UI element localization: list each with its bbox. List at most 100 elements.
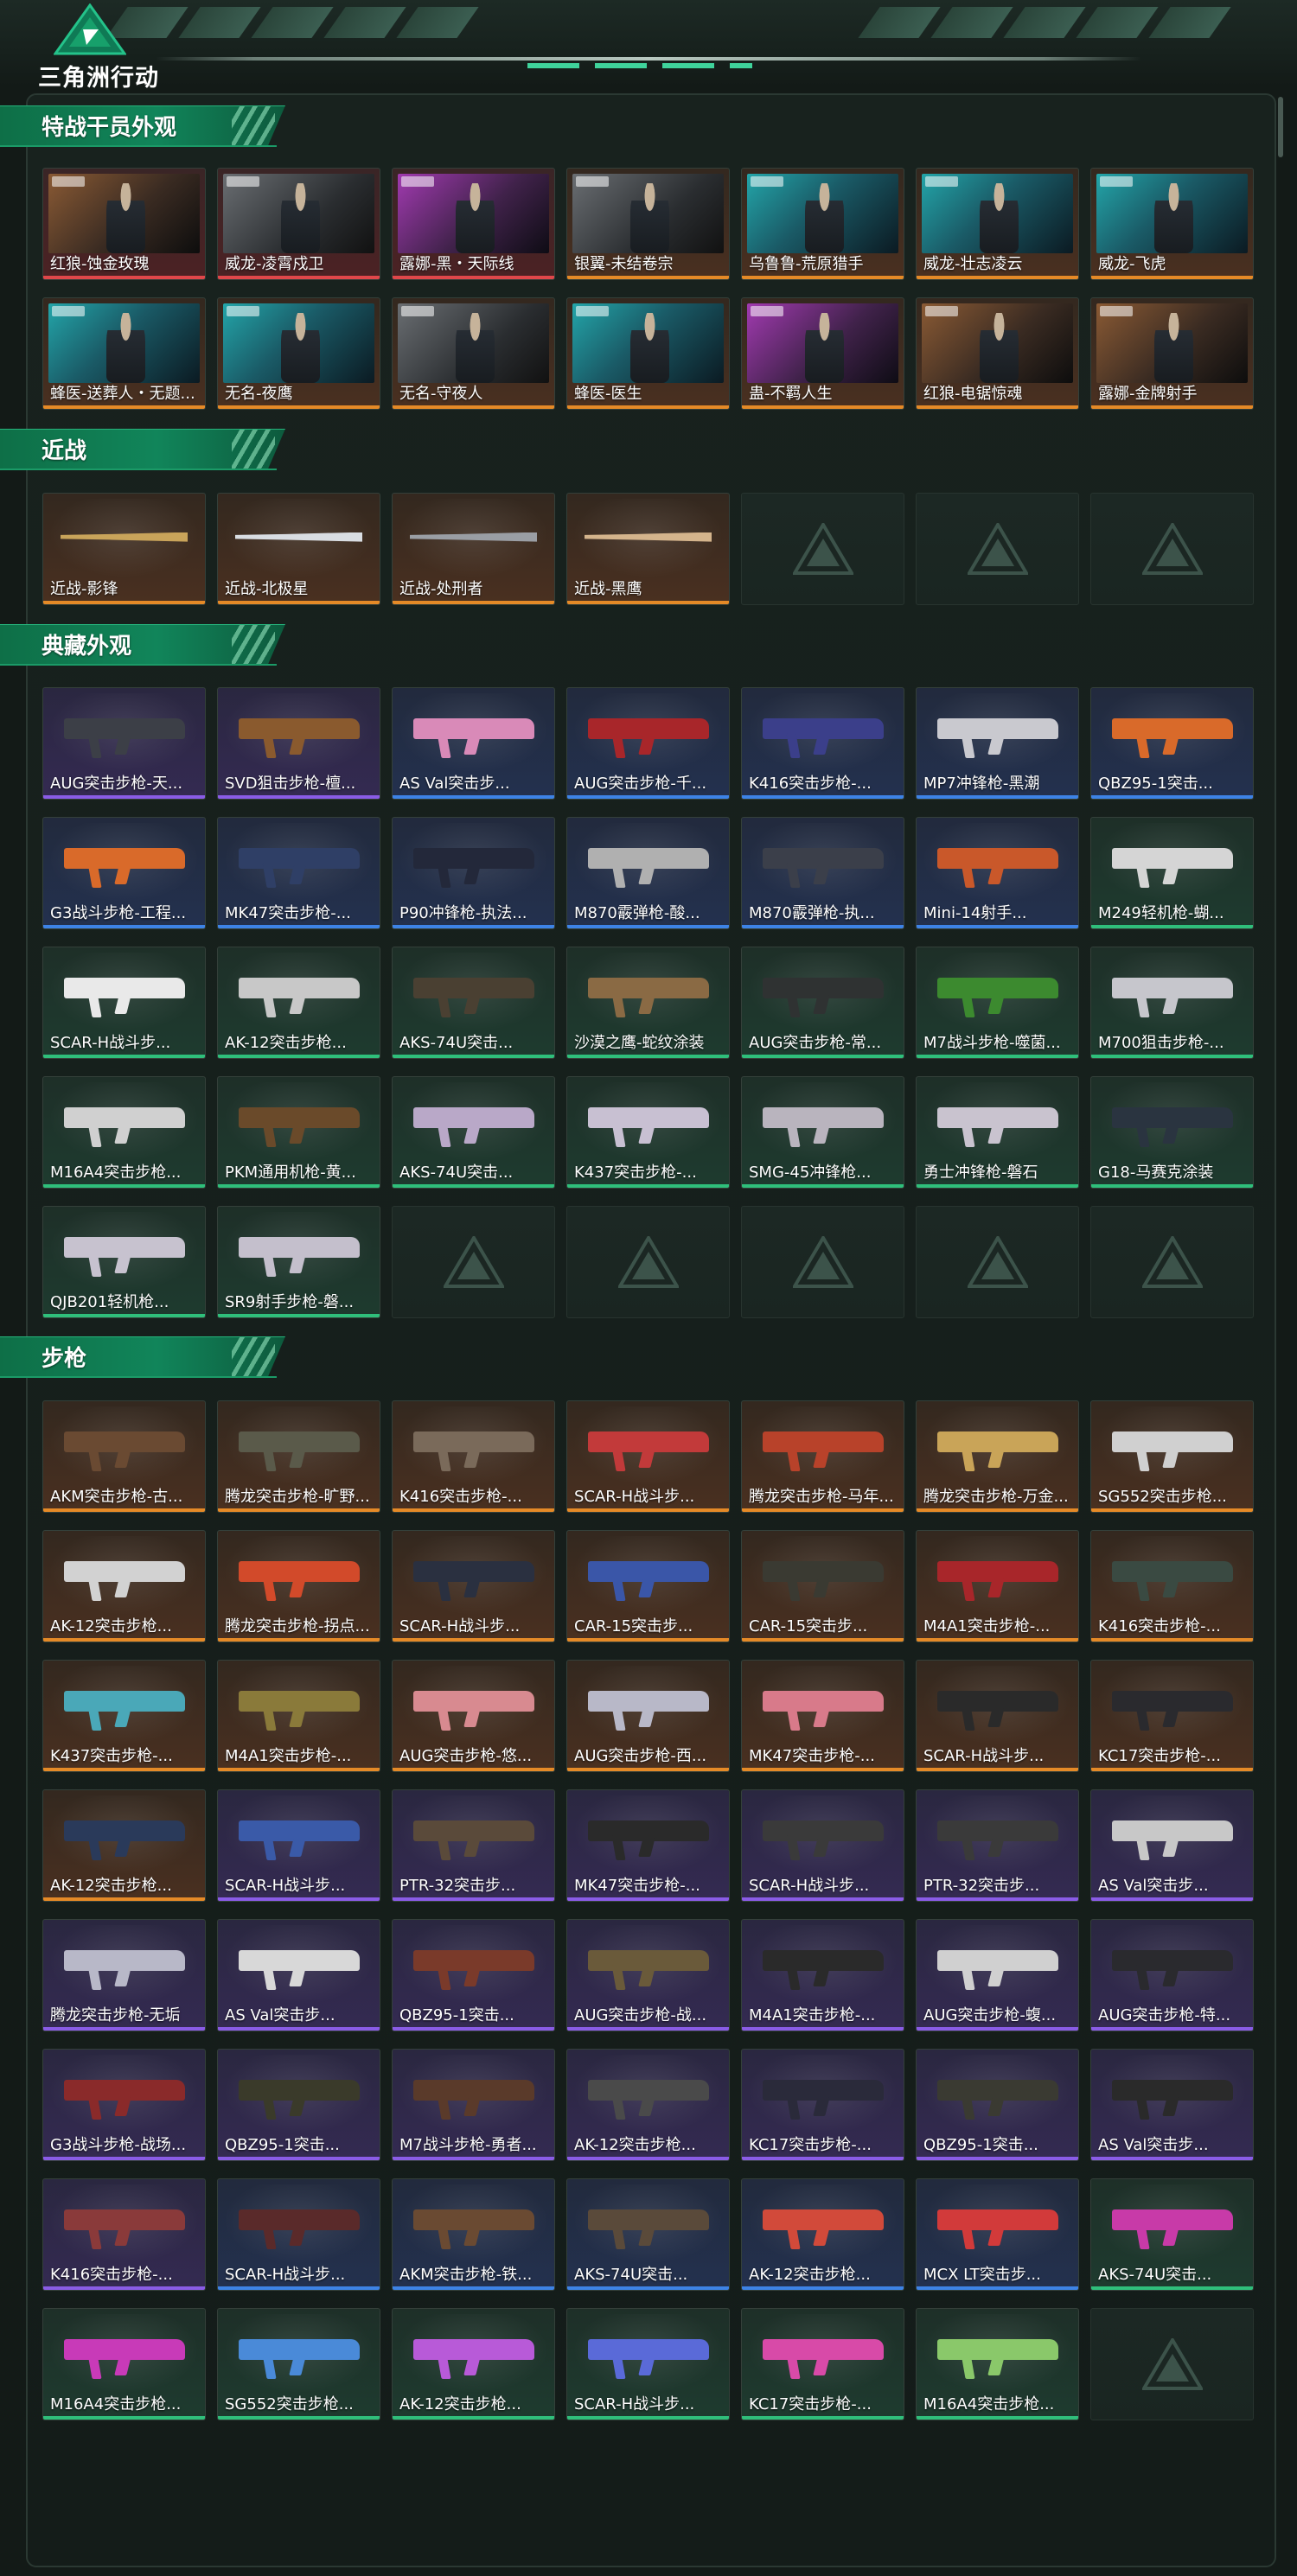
skin-card[interactable]: CAR-15突击步...: [566, 1530, 730, 1642]
skin-card[interactable]: KC17突击步枪-...: [1090, 1660, 1254, 1772]
skin-card[interactable]: 腾龙突击步枪-无垢: [42, 1919, 206, 2031]
skin-card[interactable]: 近战-影锋: [42, 493, 206, 605]
skin-card[interactable]: Mini-14射手...: [916, 817, 1079, 929]
skin-card[interactable]: 勇士冲锋枪-磐石: [916, 1076, 1079, 1189]
skin-card[interactable]: AUG突击步枪-战...: [566, 1919, 730, 2031]
skin-card[interactable]: AUG突击步枪-天...: [42, 687, 206, 800]
skin-card[interactable]: 红狼-蚀金玫瑰: [42, 168, 206, 280]
skin-card[interactable]: K416突击步枪-...: [741, 687, 904, 800]
skin-card[interactable]: SCAR-H战斗步...: [217, 1789, 380, 1902]
skin-card[interactable]: 腾龙突击步枪-万金...: [916, 1400, 1079, 1513]
skin-card[interactable]: AUG突击步枪-特...: [1090, 1919, 1254, 2031]
skin-card[interactable]: AS Val突击步...: [1090, 2049, 1254, 2161]
skin-card[interactable]: K437突击步枪-...: [566, 1076, 730, 1189]
skin-card[interactable]: SCAR-H战斗步...: [916, 1660, 1079, 1772]
skin-card[interactable]: MP7冲锋枪-黑潮: [916, 687, 1079, 800]
skin-card[interactable]: 威龙-飞虎: [1090, 168, 1254, 280]
skin-card[interactable]: 腾龙突击步枪-马年...: [741, 1400, 904, 1513]
skin-card[interactable]: M870霰弹枪-执...: [741, 817, 904, 929]
skin-card[interactable]: 红狼-电锯惊魂: [916, 297, 1079, 410]
skin-card[interactable]: 近战-黑鹰: [566, 493, 730, 605]
skin-card[interactable]: PTR-32突击步...: [392, 1789, 555, 1902]
skin-card[interactable]: AKS-74U突击...: [392, 1076, 555, 1189]
skin-card[interactable]: 乌鲁鲁-荒原猎手: [741, 168, 904, 280]
skin-card[interactable]: 腾龙突击步枪-旷野...: [217, 1400, 380, 1513]
skin-card[interactable]: 蜂医-送葬人・无题...: [42, 297, 206, 410]
skin-card[interactable]: QBZ95-1突击...: [392, 1919, 555, 2031]
skin-card[interactable]: AKS-74U突击...: [566, 2178, 730, 2291]
skin-card[interactable]: 威龙-壮志凌云: [916, 168, 1079, 280]
skin-card[interactable]: 露娜-黑・天际线: [392, 168, 555, 280]
skin-card[interactable]: M249轻机枪-蝴...: [1090, 817, 1254, 929]
skin-card[interactable]: 沙漠之鹰-蛇纹涂装: [566, 947, 730, 1059]
skin-card[interactable]: AKM突击步枪-铁...: [392, 2178, 555, 2291]
skin-card[interactable]: M7战斗步枪-勇者...: [392, 2049, 555, 2161]
skin-card[interactable]: SMG-45冲锋枪...: [741, 1076, 904, 1189]
skin-card[interactable]: M4A1突击步枪-...: [741, 1919, 904, 2031]
skin-card[interactable]: QBZ95-1突击...: [1090, 687, 1254, 800]
skin-card[interactable]: AK-12突击步枪...: [566, 2049, 730, 2161]
skin-card[interactable]: SCAR-H战斗步...: [566, 2308, 730, 2420]
skin-card[interactable]: SG552突击步枪...: [217, 2308, 380, 2420]
skin-card[interactable]: P90冲锋枪-执法...: [392, 817, 555, 929]
skin-card[interactable]: M870霰弹枪-酸...: [566, 817, 730, 929]
skin-card[interactable]: K437突击步枪-...: [42, 1660, 206, 1772]
skin-card[interactable]: 近战-处刑者: [392, 493, 555, 605]
skin-card[interactable]: AKS-74U突击...: [392, 947, 555, 1059]
skin-card[interactable]: M7战斗步枪-噬菌...: [916, 947, 1079, 1059]
skin-card[interactable]: AS Val突击步...: [392, 687, 555, 800]
skin-card[interactable]: G18-马赛克涂装: [1090, 1076, 1254, 1189]
skin-card[interactable]: SCAR-H战斗步...: [566, 1400, 730, 1513]
skin-card[interactable]: PTR-32突击步...: [916, 1789, 1079, 1902]
skin-card[interactable]: AUG突击步枪-悠...: [392, 1660, 555, 1772]
skin-card[interactable]: 无名-守夜人: [392, 297, 555, 410]
skin-card[interactable]: MK47突击步枪-...: [741, 1660, 904, 1772]
skin-card[interactable]: M16A4突击步枪...: [916, 2308, 1079, 2420]
skin-card[interactable]: MK47突击步枪-...: [566, 1789, 730, 1902]
skin-card[interactable]: K416突击步枪-...: [1090, 1530, 1254, 1642]
skin-card[interactable]: QJB201轻机枪...: [42, 1206, 206, 1318]
skin-card[interactable]: SCAR-H战斗步...: [392, 1530, 555, 1642]
skin-card[interactable]: AK-12突击步枪...: [42, 1530, 206, 1642]
skin-card[interactable]: 蜂医-医生: [566, 297, 730, 410]
skin-card[interactable]: AUG突击步枪-千...: [566, 687, 730, 800]
skin-card[interactable]: 蛊-不羁人生: [741, 297, 904, 410]
skin-card[interactable]: SG552突击步枪...: [1090, 1400, 1254, 1513]
skin-card[interactable]: AKM突击步枪-古...: [42, 1400, 206, 1513]
skin-card[interactable]: M4A1突击步枪-...: [916, 1530, 1079, 1642]
skin-card[interactable]: MK47突击步枪-...: [217, 817, 380, 929]
skin-card[interactable]: SCAR-H战斗步...: [42, 947, 206, 1059]
skin-card[interactable]: M16A4突击步枪...: [42, 2308, 206, 2420]
skin-card[interactable]: AUG突击步枪-蝮...: [916, 1919, 1079, 2031]
skin-card[interactable]: PKM通用机枪-黄...: [217, 1076, 380, 1189]
skin-card[interactable]: QBZ95-1突击...: [217, 2049, 380, 2161]
skin-card[interactable]: AKS-74U突击...: [1090, 2178, 1254, 2291]
skin-card[interactable]: AUG突击步枪-西...: [566, 1660, 730, 1772]
skin-card[interactable]: AK-12突击步枪...: [217, 947, 380, 1059]
scrollbar[interactable]: [1278, 97, 1283, 157]
skin-card[interactable]: M16A4突击步枪...: [42, 1076, 206, 1189]
skin-card[interactable]: SR9射手步枪-磐...: [217, 1206, 380, 1318]
skin-card[interactable]: AS Val突击步...: [217, 1919, 380, 2031]
skin-card[interactable]: 银翼-未结卷宗: [566, 168, 730, 280]
skin-card[interactable]: AK-12突击步枪...: [42, 1789, 206, 1902]
skin-card[interactable]: K416突击步枪-...: [392, 1400, 555, 1513]
skin-card[interactable]: M4A1突击步枪-...: [217, 1660, 380, 1772]
skin-card[interactable]: MCX LT突击步...: [916, 2178, 1079, 2291]
skin-card[interactable]: QBZ95-1突击...: [916, 2049, 1079, 2161]
skin-card[interactable]: AS Val突击步...: [1090, 1789, 1254, 1902]
skin-card[interactable]: 近战-北极星: [217, 493, 380, 605]
skin-card[interactable]: SCAR-H战斗步...: [741, 1789, 904, 1902]
skin-card[interactable]: 威龙-凌霄戍卫: [217, 168, 380, 280]
skin-card[interactable]: G3战斗步枪-工程...: [42, 817, 206, 929]
skin-card[interactable]: KC17突击步枪-...: [741, 2308, 904, 2420]
skin-card[interactable]: SVD狙击步枪-檀...: [217, 687, 380, 800]
skin-card[interactable]: SCAR-H战斗步...: [217, 2178, 380, 2291]
skin-card[interactable]: M700狙击步枪-...: [1090, 947, 1254, 1059]
skin-card[interactable]: AUG突击步枪-常...: [741, 947, 904, 1059]
skin-card[interactable]: KC17突击步枪-...: [741, 2049, 904, 2161]
skin-card[interactable]: 腾龙突击步枪-拐点...: [217, 1530, 380, 1642]
skin-card[interactable]: 露娜-金牌射手: [1090, 297, 1254, 410]
skin-card[interactable]: K416突击步枪-...: [42, 2178, 206, 2291]
skin-card[interactable]: AK-12突击步枪...: [392, 2308, 555, 2420]
